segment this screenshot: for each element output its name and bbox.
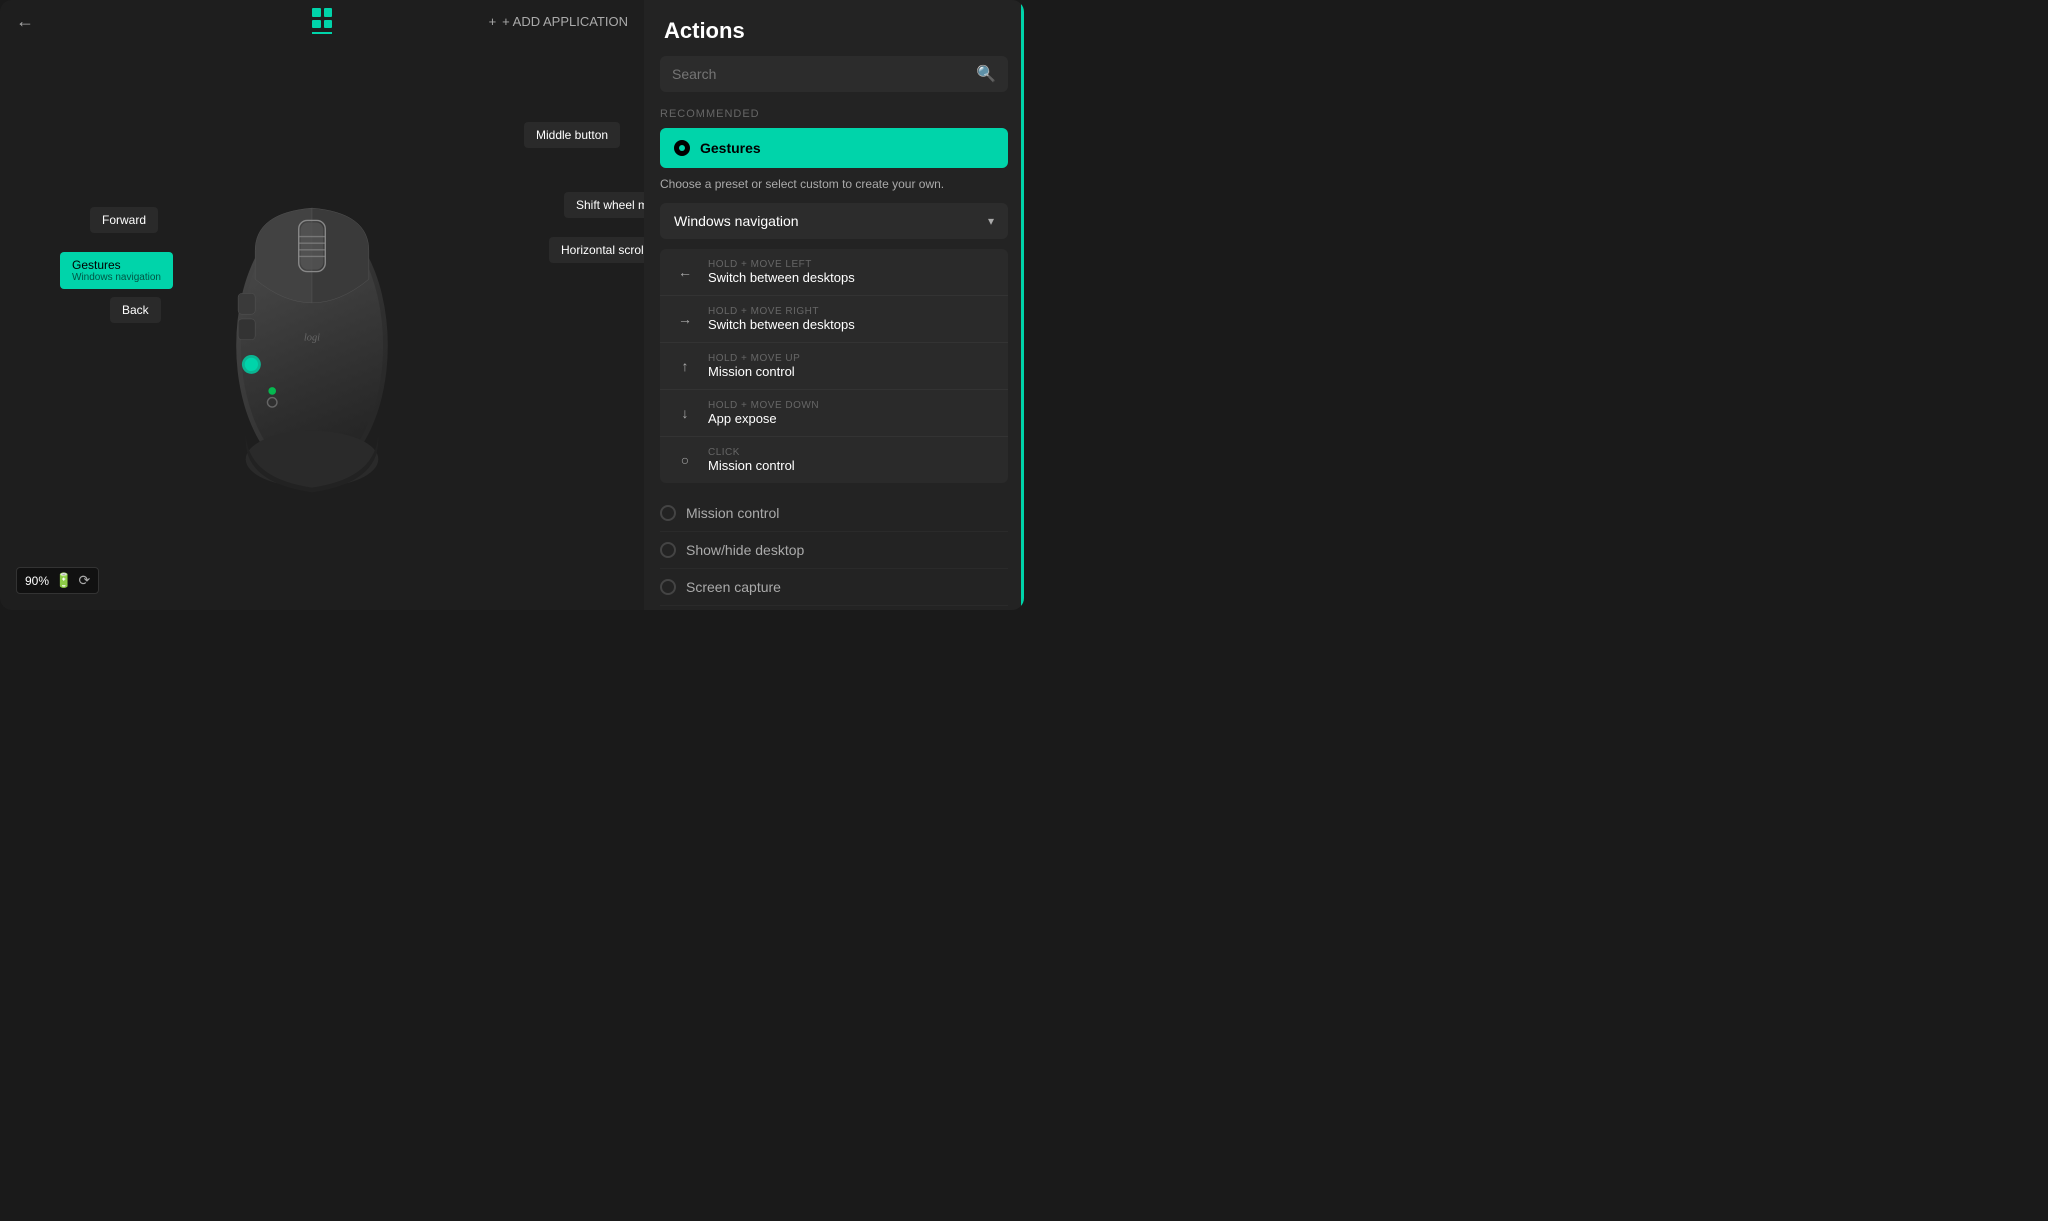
scroll-area[interactable]: RECOMMENDED Gestures Choose a preset or … [644,104,1024,610]
battery-percent: 90% [25,574,49,588]
preset-description: Choose a preset or select custom to crea… [660,176,1008,193]
search-bar: 🔍 [660,56,1008,92]
other-option-name: Show/hide desktop [686,542,804,558]
right-panel: Actions 🔍 RECOMMENDED Gestures Choose a … [644,0,1024,610]
gesture-row-action: Mission control [708,364,994,379]
add-icon: + [489,14,497,29]
wireless-icon: ⟳ [78,572,90,589]
gestures-radio [674,140,690,156]
gesture-row-action: App expose [708,411,994,426]
other-options-container: Mission control Show/hide desktop Screen… [660,495,1008,610]
gesture-rows-container: ← HOLD + MOVE LEFT Switch between deskto… [660,249,1008,483]
other-option-radio [660,579,676,595]
gesture-row-hint: HOLD + MOVE RIGHT [708,306,994,317]
gestures-option[interactable]: Gestures [660,128,1008,168]
gesture-row-hint: HOLD + MOVE DOWN [708,400,994,411]
mouse-illustration: logi [182,156,442,516]
gestures-sub-label: Windows navigation [72,272,161,283]
forward-label[interactable]: Forward [90,207,158,233]
preset-dropdown-text: Windows navigation [674,213,799,229]
other-option-name: Screen capture [686,579,781,595]
svg-text:logi: logi [304,333,320,344]
gesture-row-action: Switch between desktops [708,317,994,332]
apps-underline [312,32,332,34]
apps-grid [312,8,332,28]
gesture-row[interactable]: ← HOLD + MOVE LEFT Switch between deskto… [660,249,1008,296]
gestures-radio-inner [679,145,685,151]
main-layout: ← + + ADD APPLICATION [0,0,1024,610]
other-option-name: Mission control [686,505,779,521]
other-option[interactable]: Show/hide desktop [660,532,1008,569]
search-icon: 🔍 [976,64,996,84]
add-application-button[interactable]: + + ADD APPLICATION [489,14,628,29]
gesture-row-icon: ↑ [674,355,696,377]
top-bar: ← + + ADD APPLICATION [0,0,644,42]
gesture-row-action: Switch between desktops [708,270,994,285]
gesture-row-content: HOLD + MOVE LEFT Switch between desktops [708,259,994,285]
gestures-label[interactable]: Gestures Windows navigation [60,252,173,289]
back-button[interactable]: ← [16,11,34,32]
horizontal-scroll-label[interactable]: Horizontal scroll [549,237,644,263]
gesture-row-content: HOLD + MOVE RIGHT Switch between desktop… [708,306,994,332]
back-label[interactable]: Back [110,297,161,323]
main-window: ← + + ADD APPLICATION [0,0,1024,610]
search-input[interactable] [672,66,968,82]
apps-icon[interactable] [312,8,332,34]
gesture-row[interactable]: → HOLD + MOVE RIGHT Switch between deskt… [660,296,1008,343]
other-option[interactable]: Mission control [660,495,1008,532]
scrollbar-line [1021,0,1024,610]
other-option[interactable]: Screen capture [660,569,1008,606]
gesture-row-hint: HOLD + MOVE LEFT [708,259,994,270]
preset-dropdown[interactable]: Windows navigation ▾ [660,203,1008,239]
gesture-row-icon: ↓ [674,402,696,424]
other-option-radio [660,542,676,558]
actions-title: Actions [644,0,1024,56]
left-panel: ← + + ADD APPLICATION [0,0,644,610]
gesture-row-content: HOLD + MOVE DOWN App expose [708,400,994,426]
shift-wheel-label[interactable]: Shift wheel mode [564,192,644,218]
other-option-radio [660,505,676,521]
gesture-row-action: Mission control [708,458,994,473]
gesture-row-hint: CLICK [708,447,994,458]
gesture-row-hint: HOLD + MOVE UP [708,353,994,364]
gesture-row-icon: ← [674,261,696,283]
battery-indicator: 90% 🔋 ⟳ [16,567,99,594]
gesture-row[interactable]: ↑ HOLD + MOVE UP Mission control [660,343,1008,390]
other-option[interactable]: Switch application [660,606,1008,610]
battery-icon: 🔋 [55,572,72,589]
gesture-row[interactable]: ○ CLICK Mission control [660,437,1008,483]
chevron-down-icon: ▾ [988,214,994,228]
gesture-row-icon: → [674,308,696,330]
gesture-row-icon: ○ [674,449,696,471]
gesture-row[interactable]: ↓ HOLD + MOVE DOWN App expose [660,390,1008,437]
add-application-label: + ADD APPLICATION [502,14,628,29]
gestures-option-name: Gestures [700,140,761,156]
gesture-row-content: CLICK Mission control [708,447,994,473]
mouse-area: logi Middle button Shift wheel mode [0,42,644,610]
middle-button-label[interactable]: Middle button [524,122,620,148]
gesture-row-content: HOLD + MOVE UP Mission control [708,353,994,379]
recommended-label: RECOMMENDED [660,108,1008,120]
back-icon: ← [16,11,34,31]
